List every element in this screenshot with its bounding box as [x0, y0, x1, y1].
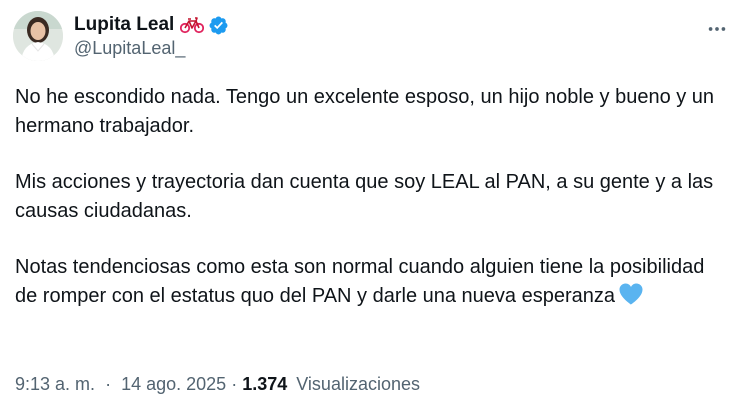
verified-badge-icon[interactable]	[208, 15, 229, 36]
tweet-meta: 9:13 a. m. · 14 ago. 2025 · 1.374 Visual…	[15, 374, 420, 395]
tweet-paragraph: Mis acciones y trayectoria dan cuenta qu…	[15, 171, 714, 222]
blue-heart-icon	[618, 282, 644, 315]
name-row: Lupita Leal	[74, 12, 229, 38]
tweet-card: Lupita Leal @LupitaLeal_ No he escondido…	[0, 0, 750, 407]
tweet-paragraph: Notas tendenciosas como esta son normal …	[15, 253, 730, 315]
author-handle[interactable]: @LupitaLeal_	[74, 38, 229, 59]
author-names: Lupita Leal @LupitaLeal_	[74, 12, 229, 59]
meta-separator: ·	[231, 374, 238, 394]
tweet-timestamp-link[interactable]: 9:13 a. m. · 14 ago. 2025	[15, 374, 226, 395]
meta-separator: ·	[105, 374, 112, 394]
tweet-time: 9:13 a. m.	[15, 374, 96, 394]
tweet-paragraph: No he escondido nada. Tengo un excelente…	[15, 86, 715, 137]
tweet-date: 14 ago. 2025	[121, 374, 227, 394]
more-options-button[interactable]	[700, 12, 734, 46]
ellipsis-icon	[708, 27, 726, 31]
tweet-text: No he escondido nada. Tengo un excelente…	[15, 83, 730, 342]
author-display-name[interactable]: Lupita Leal	[74, 14, 174, 36]
avatar-image	[13, 11, 63, 61]
views-count: 1.374	[242, 374, 288, 394]
views-label: Visualizaciones	[296, 374, 420, 394]
tweet-paragraph-text: Notas tendenciosas como esta son normal …	[15, 256, 705, 307]
avatar[interactable]	[13, 11, 63, 61]
bicycle-icon	[180, 16, 205, 34]
tweet-header: Lupita Leal @LupitaLeal_	[13, 11, 229, 61]
views-link[interactable]: 1.374 Visualizaciones	[242, 374, 420, 395]
